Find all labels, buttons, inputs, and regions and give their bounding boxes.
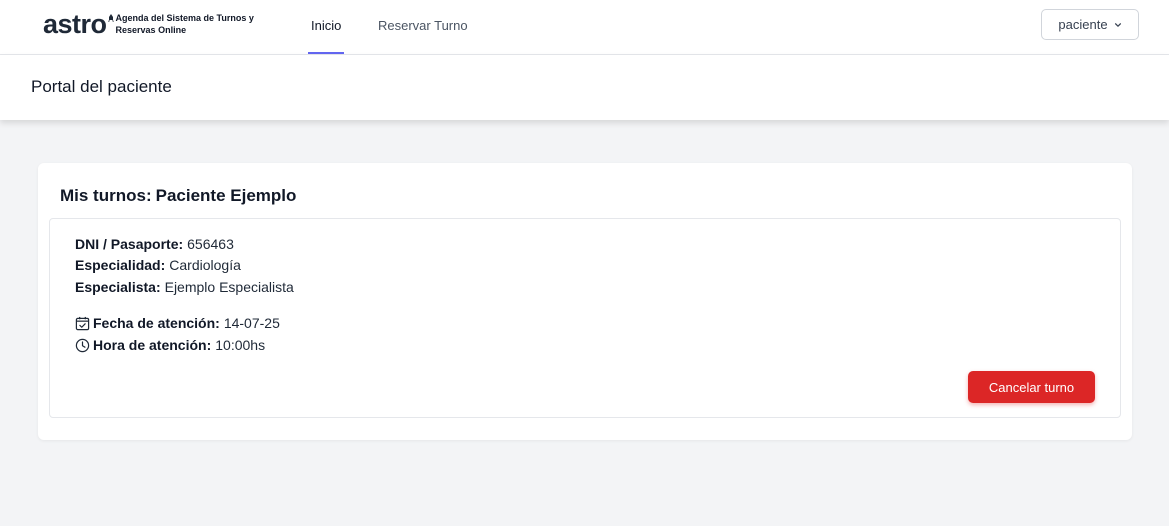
nav-item-reservar-turno[interactable]: Reservar Turno xyxy=(378,0,468,54)
patient-name: Paciente Ejemplo xyxy=(155,186,297,205)
turnos-heading-label: Mis turnos: xyxy=(60,186,152,205)
especialidad-value: Cardiología xyxy=(169,257,241,273)
chevron-down-icon xyxy=(1114,22,1121,27)
brand-logo[interactable]: astro Agenda del Sistema de Turnos y Res… xyxy=(43,10,266,42)
nav-item-inicio[interactable]: Inicio xyxy=(308,0,345,54)
user-menu-label: paciente xyxy=(1058,17,1108,32)
top-navbar: astro Agenda del Sistema de Turnos y Res… xyxy=(0,0,1169,55)
brand-name: astro xyxy=(43,9,107,39)
page-header: Portal del paciente xyxy=(0,55,1169,120)
especialista-row: Especialista: Ejemplo Especialista xyxy=(75,278,294,296)
page-title: Portal del paciente xyxy=(31,77,172,96)
hora-value: 10:00hs xyxy=(215,337,266,353)
hora-label: Hora de atención: xyxy=(93,337,212,353)
rocket-icon xyxy=(107,14,114,22)
fecha-row: Fecha de atención: 14-07-25 xyxy=(75,314,280,332)
dni-value: 656463 xyxy=(187,236,234,252)
calendar-check-icon xyxy=(75,316,90,330)
hora-row: Hora de atención: 10:00hs xyxy=(75,336,265,354)
especialista-value: Ejemplo Especialista xyxy=(164,279,294,295)
especialidad-label: Especialidad: xyxy=(75,257,166,273)
turnos-card: Mis turnos: Paciente Ejemplo DNI / Pasapo… xyxy=(38,163,1132,440)
brand-tagline: Agenda del Sistema de Turnos y Reservas … xyxy=(115,13,254,35)
clock-icon xyxy=(75,338,90,352)
turnos-heading: Mis turnos: Paciente Ejemplo xyxy=(60,186,296,206)
especialista-label: Especialista: xyxy=(75,279,161,295)
fecha-value: 14-07-25 xyxy=(223,315,280,331)
fecha-label: Fecha de atención: xyxy=(93,315,220,331)
user-menu-dropdown[interactable]: paciente xyxy=(1041,9,1139,40)
especialidad-row: Especialidad: Cardiología xyxy=(75,256,241,274)
cancel-appointment-button[interactable]: Cancelar turno xyxy=(968,371,1095,403)
dni-row: DNI / Pasaporte: 656463 xyxy=(75,235,234,253)
dni-label: DNI / Pasaporte: xyxy=(75,236,184,252)
appointment-item: DNI / Pasaporte: 656463 Especialidad: Ca… xyxy=(49,218,1121,418)
